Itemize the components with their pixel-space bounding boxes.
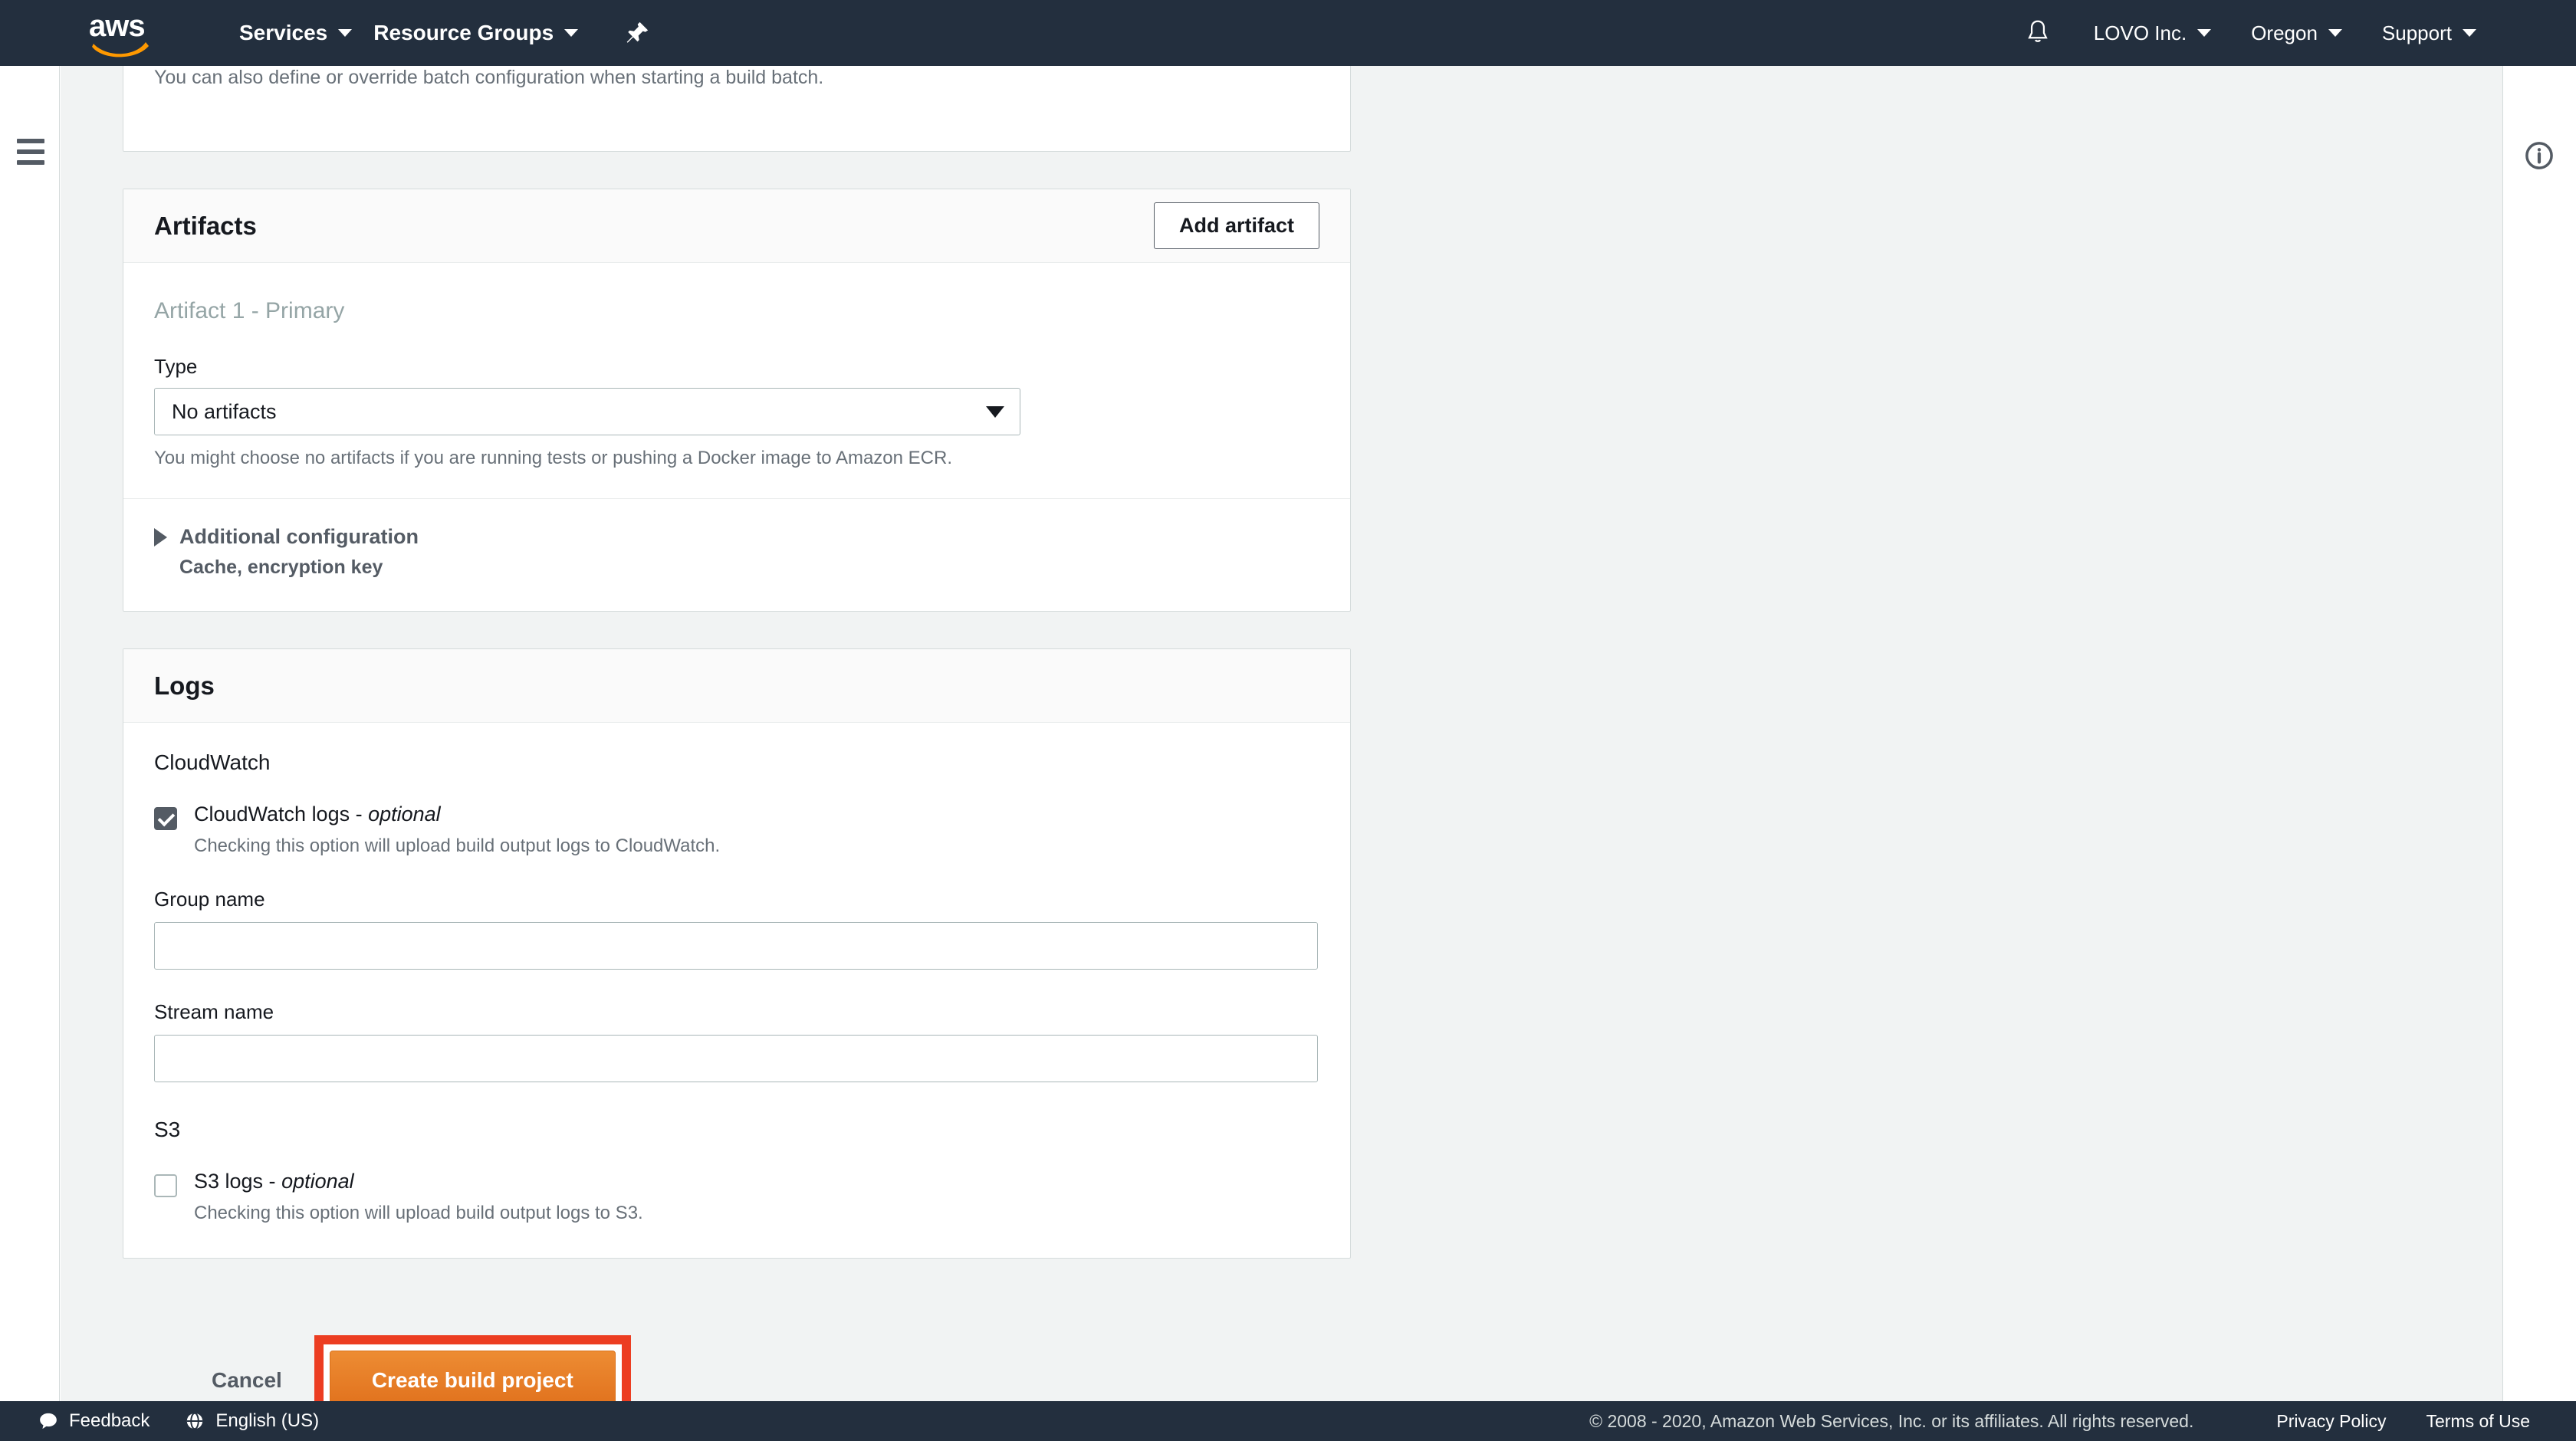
footer-copyright: © 2008 - 2020, Amazon Web Services, Inc.… bbox=[1589, 1410, 2194, 1431]
s3-logs-description: Checking this option will upload build o… bbox=[194, 1203, 643, 1223]
s3-logs-checkbox-row[interactable]: S3 logs - optional Checking this option … bbox=[154, 1170, 1319, 1224]
group-name-block: Group name bbox=[154, 888, 1319, 970]
cloudwatch-logs-checkbox[interactable] bbox=[154, 807, 177, 830]
chevron-down-icon bbox=[2328, 29, 2342, 37]
triangle-right-icon bbox=[154, 527, 167, 547]
create-build-project-highlight: Create build project bbox=[314, 1335, 631, 1409]
nav-right-group: LOVO Inc. Oregon Support bbox=[2025, 0, 2496, 66]
cloudwatch-logs-text: CloudWatch logs - optional Checking this… bbox=[194, 803, 720, 857]
logs-card-body: CloudWatch CloudWatch logs - optional Ch… bbox=[123, 750, 1350, 1258]
create-build-project-button[interactable]: Create build project bbox=[329, 1351, 616, 1409]
footer-terms-of-use-link[interactable]: Terms of Use bbox=[2426, 1411, 2530, 1432]
hamburger-menu-icon[interactable] bbox=[17, 139, 44, 165]
batch-config-description: You can also define or override batch co… bbox=[154, 67, 824, 88]
info-circle-icon[interactable] bbox=[2523, 140, 2555, 176]
s3-logs-checkbox[interactable] bbox=[154, 1174, 177, 1197]
cloudwatch-logs-label: CloudWatch logs - optional bbox=[194, 803, 720, 826]
batch-configuration-card: You can also define or override batch co… bbox=[123, 66, 1351, 152]
nav-resource-groups[interactable]: Resource Groups bbox=[363, 0, 589, 66]
s3-logs-optional: optional bbox=[281, 1170, 354, 1193]
cloudwatch-logs-checkbox-row[interactable]: CloudWatch logs - optional Checking this… bbox=[154, 803, 1319, 857]
globe-icon bbox=[185, 1411, 205, 1431]
aws-logo[interactable]: aws bbox=[89, 9, 159, 57]
artifacts-card-body: Artifact 1 - Primary Type No artifacts Y… bbox=[123, 263, 1350, 611]
nav-services-label: Services bbox=[239, 21, 328, 44]
footer-privacy-policy-link[interactable]: Privacy Policy bbox=[2276, 1411, 2386, 1432]
top-navigation-bar: aws Services Resource Groups LOVO Inc. O… bbox=[0, 0, 2576, 66]
form-actions: Cancel Create build project bbox=[123, 1334, 1351, 1409]
nav-account-menu[interactable]: LOVO Inc. bbox=[2074, 0, 2231, 66]
footer-language-label: English (US) bbox=[215, 1410, 320, 1431]
s3-logs-label-main: S3 logs - bbox=[194, 1170, 282, 1193]
hamburger-bar bbox=[17, 149, 44, 154]
logs-title: Logs bbox=[154, 671, 215, 700]
artifact-type-label: Type bbox=[154, 355, 198, 378]
chevron-down-icon bbox=[338, 29, 353, 37]
stream-name-input[interactable] bbox=[154, 1035, 1318, 1082]
chevron-down-icon bbox=[564, 29, 579, 37]
nav-account-label: LOVO Inc. bbox=[2093, 21, 2187, 44]
nav-support-menu[interactable]: Support bbox=[2362, 0, 2496, 66]
additional-config-row: Additional configuration bbox=[154, 525, 1319, 549]
group-name-input[interactable] bbox=[154, 922, 1318, 970]
footer-feedback-link[interactable]: Feedback bbox=[38, 1410, 150, 1432]
stream-name-block: Stream name bbox=[154, 1000, 1319, 1082]
additional-config-title: Additional configuration bbox=[179, 525, 419, 548]
nav-services[interactable]: Services bbox=[228, 0, 363, 66]
nav-support-label: Support bbox=[2381, 21, 2452, 44]
chevron-down-icon bbox=[986, 405, 1004, 418]
chevron-down-icon bbox=[2463, 29, 2476, 37]
artifact-type-selected-value: No artifacts bbox=[172, 399, 277, 423]
footer-feedback-label: Feedback bbox=[69, 1410, 150, 1431]
chevron-down-icon bbox=[2197, 29, 2212, 37]
s3-logs-text: S3 logs - optional Checking this option … bbox=[194, 1170, 643, 1224]
group-name-label: Group name bbox=[154, 888, 265, 911]
footer-left-group: Feedback English (US) bbox=[38, 1410, 354, 1432]
artifacts-card: Artifacts Add artifact Artifact 1 - Prim… bbox=[123, 189, 1351, 612]
cloudwatch-heading: CloudWatch bbox=[154, 750, 271, 774]
logs-card: Logs CloudWatch CloudWatch logs - option… bbox=[123, 648, 1351, 1259]
additional-config-subtitle: Cache, encryption key bbox=[179, 556, 383, 578]
pushpin-icon[interactable] bbox=[624, 20, 650, 46]
artifacts-additional-configuration-toggle[interactable]: Additional configuration Cache, encrypti… bbox=[154, 499, 1319, 611]
aws-smile-icon bbox=[92, 42, 149, 57]
logs-card-header: Logs bbox=[123, 649, 1350, 723]
artifact-type-select[interactable]: No artifacts bbox=[154, 388, 1020, 435]
artifact-type-hint: You might choose no artifacts if you are… bbox=[154, 448, 952, 468]
artifact-1-label: Artifact 1 - Primary bbox=[154, 298, 345, 323]
right-help-rail bbox=[2502, 66, 2576, 1409]
s3-logs-label: S3 logs - optional bbox=[194, 1170, 643, 1193]
stream-name-label: Stream name bbox=[154, 1000, 274, 1023]
artifacts-card-header: Artifacts Add artifact bbox=[123, 189, 1350, 263]
footer-language-selector[interactable]: English (US) bbox=[185, 1410, 319, 1432]
s3-heading: S3 bbox=[154, 1118, 181, 1141]
cloudwatch-logs-label-main: CloudWatch logs - bbox=[194, 803, 369, 826]
cloudwatch-logs-optional: optional bbox=[368, 803, 441, 826]
nav-region-label: Oregon bbox=[2251, 21, 2318, 44]
left-navigation-rail bbox=[0, 66, 60, 1409]
page-footer: Feedback English (US) © 2008 - 2020, Ama… bbox=[0, 1401, 2576, 1441]
footer-right-group: © 2008 - 2020, Amazon Web Services, Inc.… bbox=[1589, 1411, 2530, 1432]
cancel-button[interactable]: Cancel bbox=[212, 1368, 282, 1393]
nav-resource-groups-label: Resource Groups bbox=[373, 21, 554, 44]
hamburger-bar bbox=[17, 139, 44, 143]
nav-region-menu[interactable]: Oregon bbox=[2231, 0, 2362, 66]
add-artifact-button[interactable]: Add artifact bbox=[1153, 202, 1319, 249]
hamburger-bar bbox=[17, 160, 44, 165]
cloudwatch-logs-description: Checking this option will upload build o… bbox=[194, 835, 721, 856]
notification-bell-icon[interactable] bbox=[2025, 18, 2051, 48]
speech-bubble-icon bbox=[38, 1411, 58, 1431]
aws-logo-text: aws bbox=[89, 9, 146, 43]
main-content-area: You can also define or override batch co… bbox=[61, 66, 2502, 1409]
artifacts-title: Artifacts bbox=[154, 211, 257, 240]
